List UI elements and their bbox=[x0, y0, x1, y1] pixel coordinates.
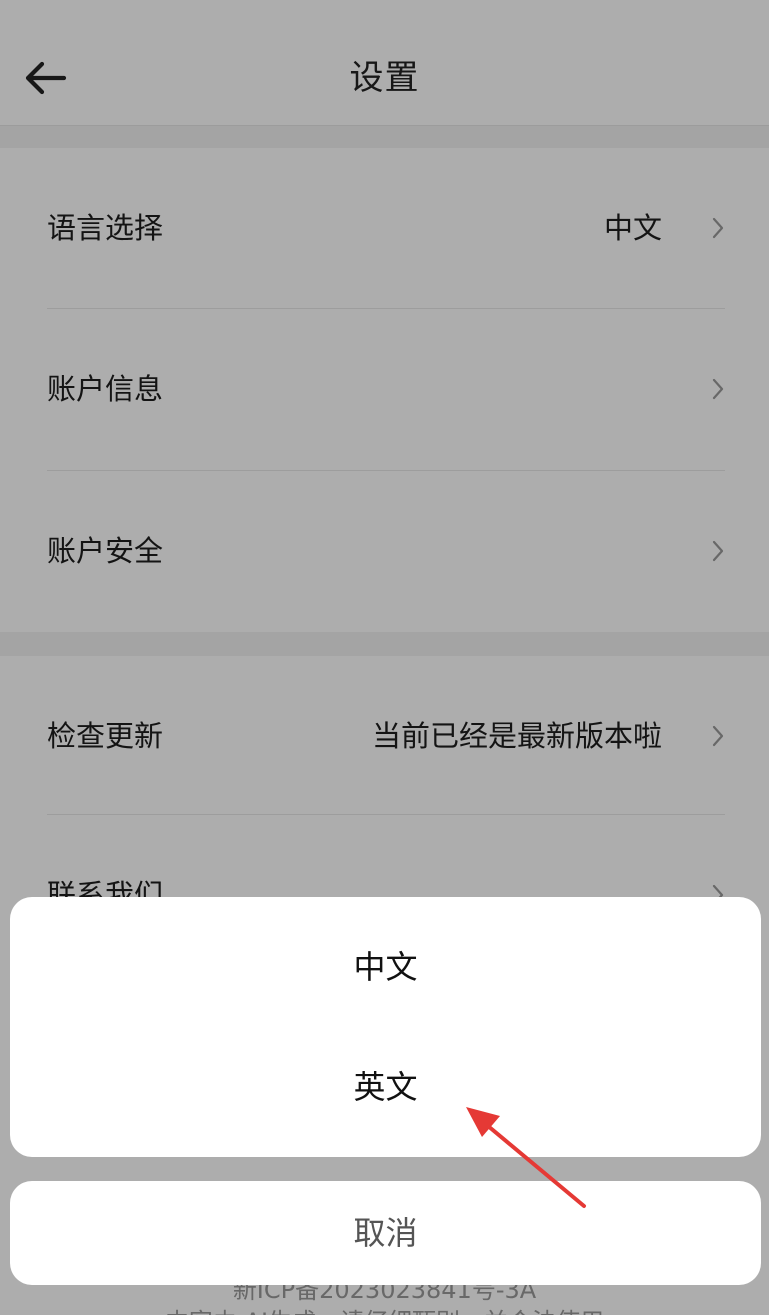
cancel-button[interactable]: 取消 bbox=[10, 1181, 761, 1285]
language-action-sheet: 中文 英文 bbox=[10, 897, 761, 1157]
sheet-option-english[interactable]: 英文 bbox=[10, 1027, 761, 1147]
sheet-option-chinese[interactable]: 中文 bbox=[10, 907, 761, 1027]
